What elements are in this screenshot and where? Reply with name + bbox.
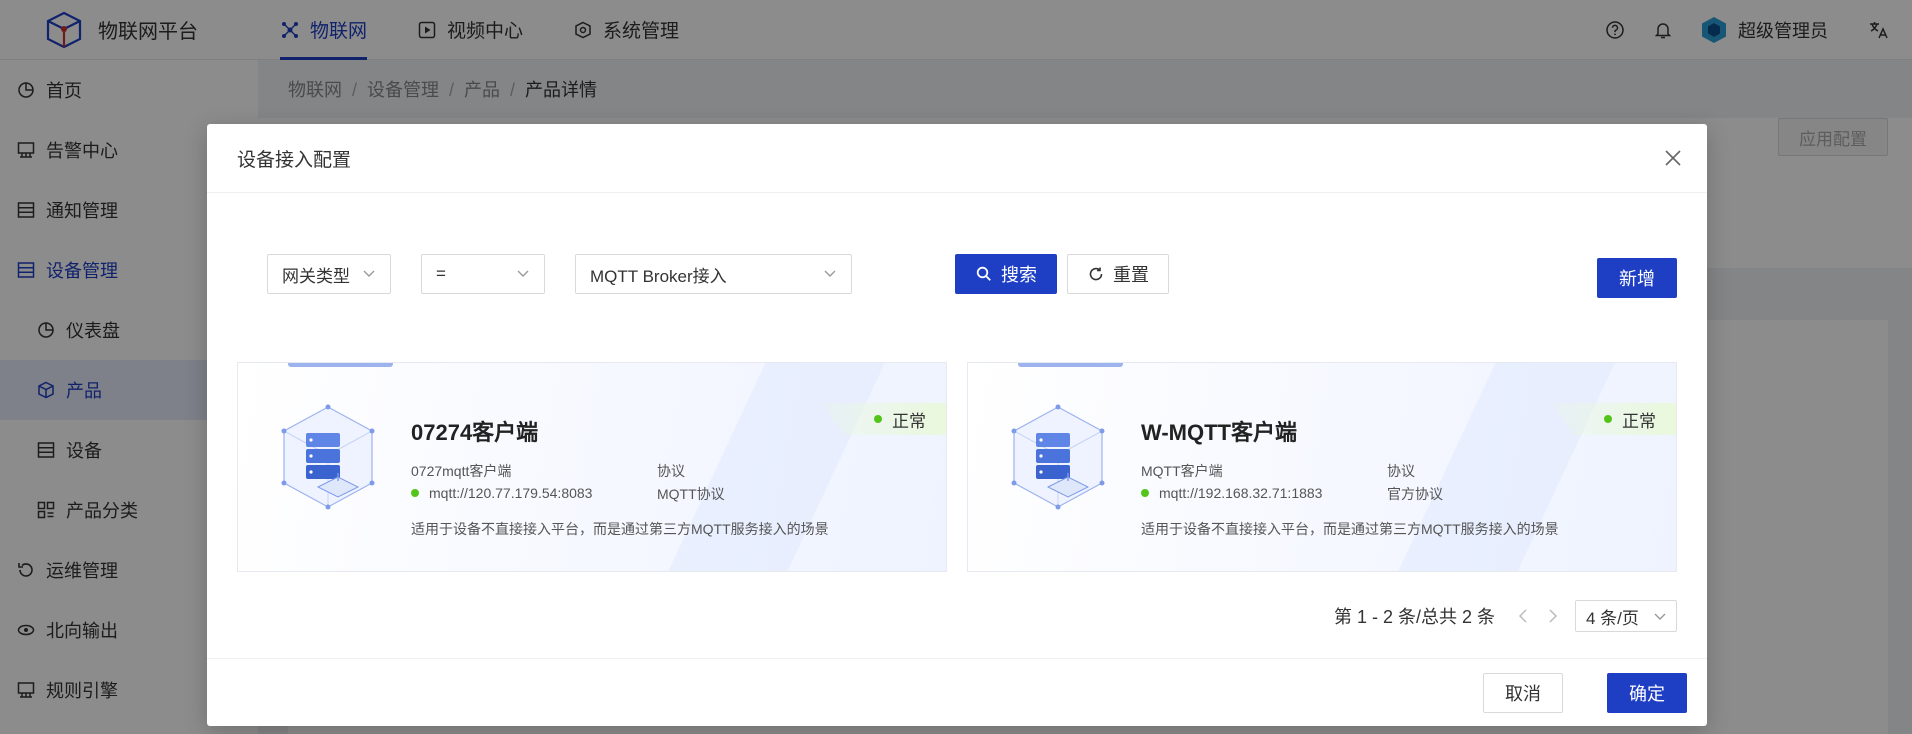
status-dot xyxy=(1604,415,1612,423)
search-button-label: 搜索 xyxy=(1001,265,1037,285)
close-icon[interactable] xyxy=(1663,148,1683,168)
next-page-icon[interactable] xyxy=(1543,606,1563,626)
reset-button[interactable]: 重置 xyxy=(1067,254,1169,294)
pagination-summary: 第 1 - 2 条/总共 2 条 xyxy=(1333,607,1495,627)
reset-button-label: 重置 xyxy=(1113,265,1149,285)
filter-field-select[interactable]: 网关类型 xyxy=(267,254,391,294)
card-top-stripe xyxy=(288,363,393,367)
prev-page-icon[interactable] xyxy=(1513,606,1533,626)
card-address-text: mqtt://192.168.32.71:1883 xyxy=(1159,485,1323,501)
confirm-button[interactable]: 确定 xyxy=(1607,673,1687,713)
protocol-value: MQTT协议 xyxy=(657,486,725,502)
modal-title: 设备接入配置 xyxy=(237,149,352,171)
server-network-icon xyxy=(281,404,375,510)
card-title: 07274客户端 xyxy=(411,420,539,445)
filter-operator-value: = xyxy=(436,264,446,283)
modal-header: 设备接入配置 xyxy=(207,124,1707,193)
access-card[interactable]: 正常 W-MQTT客户端 MQTT客户端 mqtt://192.168.32.7… xyxy=(967,362,1677,572)
access-card[interactable]: 正常 07274客户端 0727mqtt客户端 mqtt://120.77.17… xyxy=(237,362,947,572)
server-network-icon xyxy=(1011,404,1105,510)
search-button[interactable]: 搜索 xyxy=(955,254,1057,294)
refresh-icon xyxy=(1087,265,1105,283)
card-scene: 适用于设备不直接接入平台，而是通过第三方MQTT服务接入的场景 xyxy=(411,521,829,537)
card-decoration xyxy=(646,363,946,571)
pagination: 第 1 - 2 条/总共 2 条 4 条/页 xyxy=(1334,600,1677,632)
protocol-value: 官方协议 xyxy=(1387,486,1443,502)
chevron-down-icon xyxy=(823,267,837,281)
filter-field-value: 网关类型 xyxy=(282,266,350,286)
status-dot xyxy=(874,415,882,423)
page-size-select[interactable]: 4 条/页 xyxy=(1575,600,1677,632)
chevron-down-icon xyxy=(362,267,376,281)
filter-value-select[interactable]: MQTT Broker接入 xyxy=(575,254,852,294)
protocol-label: 协议 xyxy=(1387,463,1415,479)
page-size-value: 4 条/页 xyxy=(1586,608,1639,628)
cancel-button[interactable]: 取消 xyxy=(1483,673,1563,713)
search-icon xyxy=(975,265,993,283)
card-scene: 适用于设备不直接接入平台，而是通过第三方MQTT服务接入的场景 xyxy=(1141,521,1559,537)
card-title: W-MQTT客户端 xyxy=(1141,420,1297,445)
filter-operator-select[interactable]: = xyxy=(421,254,545,294)
filter-bar: 网关类型 = MQTT Broker接入 搜索 重置 xyxy=(267,254,1169,294)
modal-footer: 取消 确定 xyxy=(207,658,1707,726)
status-text: 正常 xyxy=(1622,411,1656,431)
card-address: mqtt://192.168.32.71:1883 xyxy=(1141,485,1322,501)
chevron-down-icon xyxy=(1654,606,1666,626)
card-description: 0727mqtt客户端 xyxy=(411,463,512,479)
add-button[interactable]: 新增 xyxy=(1597,258,1677,298)
card-address: mqtt://120.77.179.54:8083 xyxy=(411,485,592,501)
online-dot xyxy=(1141,489,1149,497)
card-address-text: mqtt://120.77.179.54:8083 xyxy=(429,485,593,501)
status-text: 正常 xyxy=(892,411,926,431)
filter-value-text: MQTT Broker接入 xyxy=(590,266,727,286)
protocol-label: 协议 xyxy=(657,463,685,479)
chevron-down-icon xyxy=(516,267,530,281)
card-decoration xyxy=(1376,363,1676,571)
online-dot xyxy=(411,489,419,497)
card-description: MQTT客户端 xyxy=(1141,463,1223,479)
device-access-modal: 设备接入配置 网关类型 = MQTT Broker接入 搜索 重置 新增 正常 … xyxy=(207,124,1707,726)
card-top-stripe xyxy=(1018,363,1123,367)
